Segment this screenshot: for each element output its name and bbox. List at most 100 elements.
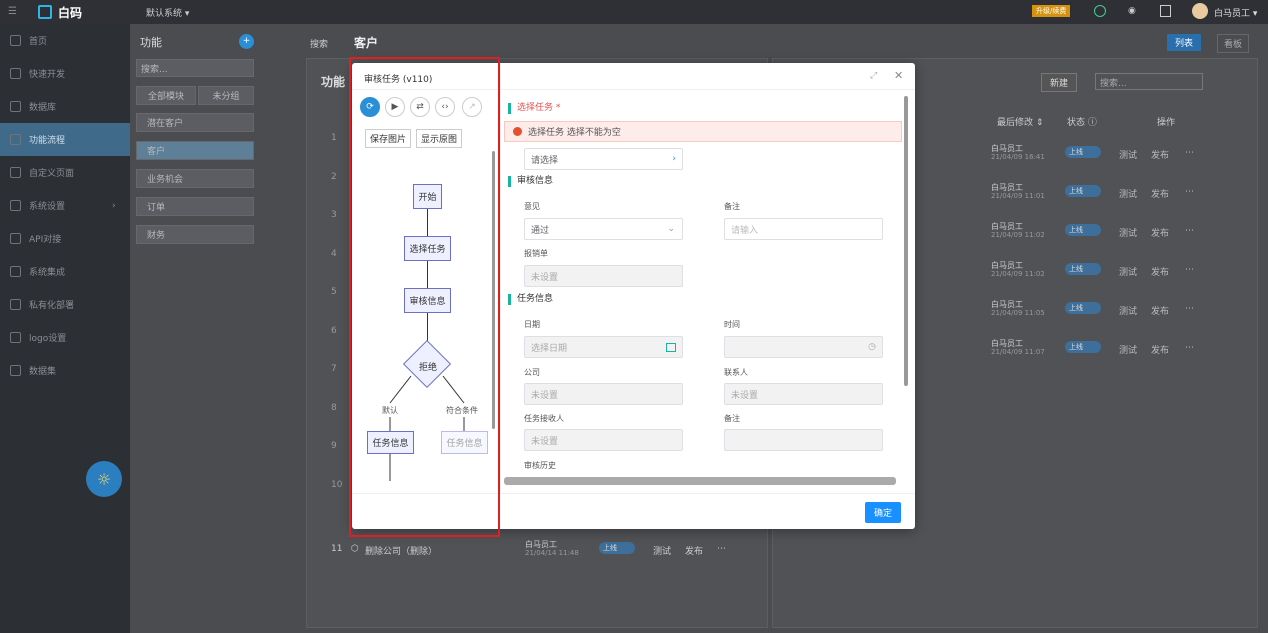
more-icon[interactable]: ⋯ (1185, 187, 1194, 197)
row-numbers: 1 2 3 4 5 6 7 8 9 10 (331, 119, 342, 504)
history-label: 审核历史 (524, 461, 556, 470)
select-task-label: 选择任务 (517, 103, 554, 113)
avatar[interactable] (1192, 3, 1208, 19)
col-status: 状态 ⓘ (1067, 118, 1097, 128)
module-item-active[interactable]: 客户 (136, 141, 254, 160)
test-link[interactable]: 测试 (1119, 265, 1137, 278)
publish-link[interactable]: 发布 (1151, 343, 1169, 356)
view-list-button[interactable]: 列表 (1167, 34, 1202, 51)
module-search-input[interactable]: 搜索... (136, 59, 254, 77)
menu-icon[interactable]: ☰ (8, 6, 17, 17)
page-icon (10, 167, 21, 178)
test-link[interactable]: 测试 (1119, 187, 1137, 200)
reimburse-label: 报销单 (524, 249, 548, 258)
table-row[interactable]: 白马员工 21/04/09 11:07 上线 测试 发布 ⋯ (991, 338, 1251, 370)
status-toggle[interactable]: 上线 (599, 542, 635, 554)
sidebar-item-quick-dev[interactable]: 快速开发 (0, 57, 130, 90)
table-row[interactable]: 白马员工 21/04/09 11:01 上线 测试 发布 ⋯ (991, 182, 1251, 214)
publish-link[interactable]: 发布 (1151, 304, 1169, 317)
row-number: 3 (331, 210, 337, 220)
row-number: 9 (331, 441, 337, 451)
sidebar-item-home[interactable]: 首页 (0, 24, 130, 57)
publish-link[interactable]: 发布 (1151, 265, 1169, 278)
add-module-button[interactable]: + (239, 34, 254, 49)
play-icon[interactable] (1094, 5, 1106, 17)
view-board-button[interactable]: 看板 (1217, 34, 1250, 53)
function-panel-title: 功能 (321, 75, 346, 89)
more-icon[interactable]: ⋯ (1185, 148, 1194, 158)
sidebar-item-private-deploy[interactable]: 私有化部署 (0, 288, 130, 321)
remark-textarea[interactable]: 请输入 (724, 218, 883, 240)
test-link[interactable]: 测试 (1119, 343, 1137, 356)
company-label: 公司 (524, 368, 540, 377)
status-toggle[interactable]: 上线 (1065, 302, 1101, 314)
review-section-title: 审核信息 (508, 176, 553, 187)
tab-all-modules[interactable]: 全部模块 (136, 86, 196, 105)
confirm-button[interactable]: 确定 (865, 502, 902, 523)
search-link[interactable]: 搜索 (310, 37, 328, 50)
test-link[interactable]: 测试 (1119, 226, 1137, 239)
sidebar-item-api[interactable]: API对接 (0, 222, 130, 255)
module-item[interactable]: 订单 (136, 197, 254, 216)
row-number: 11 (331, 544, 343, 554)
sidebar-item-logo[interactable]: logo设置 (0, 321, 130, 354)
publish-link[interactable]: 发布 (1151, 187, 1169, 200)
sidebar-item-database[interactable]: 数据库 (0, 90, 130, 123)
table-row[interactable]: 白马员工 21/04/09 11:05 上线 测试 发布 ⋯ (991, 299, 1251, 331)
clock-icon: ◷ (868, 342, 876, 352)
upgrade-button[interactable]: 升级/续费 (1032, 5, 1071, 17)
horizontal-scrollbar[interactable] (504, 477, 896, 485)
sidebar-item-settings[interactable]: 系统设置 › (0, 189, 130, 222)
module-item[interactable]: 业务机会 (136, 169, 254, 188)
status-toggle[interactable]: 上线 (1065, 224, 1101, 236)
opinion-select[interactable]: 通过 ⌄ (524, 218, 683, 240)
system-select[interactable]: 默认系统 ▾ (146, 6, 189, 19)
table-search-input[interactable]: 搜索... (1095, 73, 1203, 90)
api-icon (10, 233, 21, 244)
more-icon[interactable]: ⋯ (1185, 343, 1194, 353)
status-toggle[interactable]: 上线 (1065, 263, 1101, 275)
table-row[interactable]: 白马员工 21/04/09 11:02 上线 测试 发布 ⋯ (991, 260, 1251, 292)
publish-link[interactable]: 发布 (685, 544, 703, 557)
publish-link[interactable]: 发布 (1151, 148, 1169, 161)
form-scrollbar[interactable] (904, 96, 908, 386)
test-link[interactable]: 测试 (1119, 148, 1137, 161)
sidebar-item-custom-page[interactable]: 自定义页面 (0, 156, 130, 189)
user-menu[interactable]: 白马员工 ▾ (1214, 6, 1257, 19)
col-modified[interactable]: 最后修改 ⇕ (997, 115, 1043, 128)
eye-icon[interactable]: ◉ (1128, 6, 1136, 16)
sidebar-item-integration[interactable]: 系统集成 (0, 255, 130, 288)
table-row[interactable]: 11 ⬡ 删除公司（删除） 白马员工 21/04/14 11:48 上线 测试 … (331, 540, 761, 561)
module-item[interactable]: 财务 (136, 225, 254, 244)
publish-link[interactable]: 发布 (1151, 226, 1169, 239)
fullscreen-icon[interactable]: ⤢ (870, 71, 877, 81)
new-button[interactable]: 新建 (1041, 73, 1078, 92)
more-icon[interactable]: ⋯ (717, 544, 726, 554)
module-item[interactable]: 潜在客户 (136, 113, 254, 132)
sidebar-item-workflow[interactable]: 功能流程 (0, 123, 130, 156)
remark2-field (724, 429, 883, 451)
test-link[interactable]: 测试 (653, 544, 671, 557)
row-number: 1 (331, 133, 337, 143)
more-icon[interactable]: ⋯ (1185, 265, 1194, 275)
row-time: 21/04/09 11:05 (991, 309, 1045, 317)
help-icon[interactable] (1160, 5, 1171, 17)
error-alert: 选择任务 选择不能为空 (504, 121, 902, 142)
status-toggle[interactable]: 上线 (1065, 185, 1101, 197)
lightbulb-icon[interactable]: ☼ (86, 461, 122, 497)
select-task-dropdown[interactable]: 请选择 › (524, 148, 683, 170)
close-icon[interactable]: ✕ (894, 69, 903, 82)
sidebar-item-label: 快速开发 (29, 70, 66, 80)
tab-ungrouped[interactable]: 未分组 (198, 86, 254, 105)
status-toggle[interactable]: 上线 (1065, 341, 1101, 353)
sidebar-item-label: 数据集 (29, 367, 57, 377)
row-time: 21/04/09 11:02 (991, 270, 1045, 278)
receiver-label: 任务接收人 (524, 414, 564, 423)
more-icon[interactable]: ⋯ (1185, 226, 1194, 236)
sidebar-item-dataset[interactable]: 数据集 (0, 354, 130, 387)
more-icon[interactable]: ⋯ (1185, 304, 1194, 314)
test-link[interactable]: 测试 (1119, 304, 1137, 317)
status-toggle[interactable]: 上线 (1065, 146, 1101, 158)
table-row[interactable]: 白马员工 21/04/09 11:02 上线 测试 发布 ⋯ (991, 221, 1251, 253)
table-row[interactable]: 白马员工 21/04/09 16:41 上线 测试 发布 ⋯ (991, 143, 1251, 175)
